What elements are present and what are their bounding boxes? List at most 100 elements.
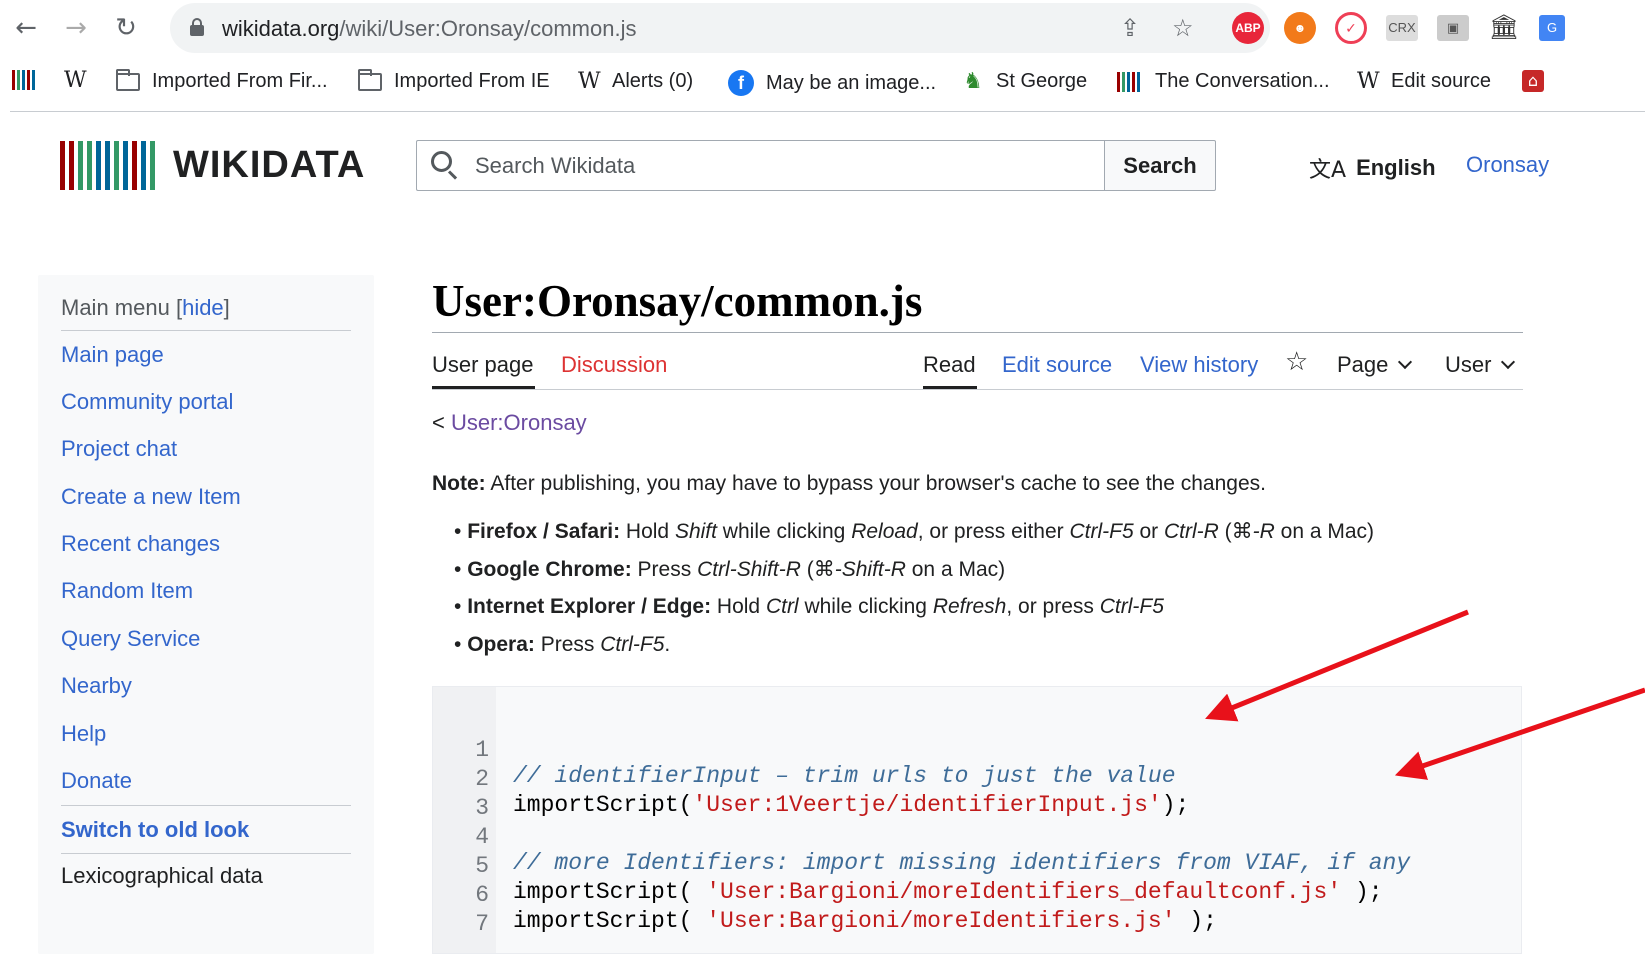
bookmark-label: Imported From IE [394, 70, 550, 92]
code-line: 3 [433, 769, 489, 821]
tabs-divider [432, 389, 1523, 390]
code-function: importScript( [513, 792, 693, 818]
page-menu-dropdown[interactable]: Page [1337, 352, 1413, 378]
user-menu-dropdown[interactable]: User [1445, 352, 1516, 378]
code-line: 5 importScript( 'User:Bargioni/moreIdent… [433, 827, 1382, 905]
crx-extension-icon[interactable]: CRX [1386, 15, 1418, 41]
watch-star-icon[interactable]: ☆ [1285, 347, 1308, 377]
bookmark-label: The Conversation... [1155, 70, 1330, 92]
page-title: User:Oronsay/common.js [432, 276, 923, 326]
bookmarks-bar: W Imported From Fir... Imported From IE … [0, 60, 1645, 106]
museum-extension-icon[interactable]: 🏛 [1488, 15, 1520, 41]
sidebar-item-main-page[interactable]: Main page [61, 342, 164, 368]
code-block[interactable]: 1 // identifierInput – trim urls to just… [432, 686, 1522, 954]
sidebar-divider [61, 853, 351, 854]
sidebar-item-nearby[interactable]: Nearby [61, 673, 132, 699]
code-line: 7 [433, 885, 489, 937]
code-line: 2 importScript('User:1Veertje/identifier… [433, 740, 1189, 818]
breadcrumb: < User:Oronsay [432, 410, 587, 436]
bookmark-wikipedia[interactable]: W [64, 68, 87, 93]
tab-user-page[interactable]: User page [432, 352, 534, 378]
lock-icon[interactable] [190, 18, 204, 36]
facebook-icon: f [728, 70, 754, 96]
sidebar-item-query-service[interactable]: Query Service [61, 626, 200, 652]
browser-toolbar: ← → ↻ wikidata.org/wiki/User:Oronsay/com… [0, 0, 1645, 56]
language-icon: 文A [1309, 158, 1347, 183]
sidebar-item-recent-changes[interactable]: Recent changes [61, 531, 220, 557]
code-comment: // identifierInput – trim urls to just t… [513, 763, 1176, 789]
bookmark-red-house[interactable]: ⌂ [1522, 70, 1544, 92]
code-string: 'User:Bargioni/moreIdentifiers.js' [706, 908, 1176, 934]
sidebar-item-donate[interactable]: Donate [61, 768, 132, 794]
chrome-divider [10, 111, 1645, 112]
user-link[interactable]: Oronsay [1466, 152, 1549, 178]
bookmark-label: Alerts (0) [612, 70, 694, 92]
page-menu-label: Page [1337, 352, 1389, 377]
sidebar-item-create-item[interactable]: Create a new Item [61, 484, 241, 510]
code-string: 'User:1Veertje/identifierInput.js' [692, 792, 1162, 818]
bookmark-star-icon[interactable]: ☆ [1172, 14, 1194, 42]
language-switcher[interactable]: 文A English [1309, 152, 1436, 184]
address-bar[interactable]: wikidata.org/wiki/User:Oronsay/common.js… [170, 3, 1270, 53]
code-function: importScript( [513, 908, 707, 934]
sidebar-item-help[interactable]: Help [61, 721, 106, 747]
back-arrow-icon[interactable]: ← [8, 10, 44, 46]
sidebar-item-random-item[interactable]: Random Item [61, 578, 193, 604]
url-text[interactable]: wikidata.org/wiki/User:Oronsay/common.js [222, 16, 636, 42]
language-label: English [1356, 155, 1436, 180]
bookmark-imported-firefox[interactable]: Imported From Fir... [116, 68, 328, 93]
barcode-icon [12, 70, 38, 90]
bookmark-barcode[interactable] [12, 70, 38, 90]
code-comment: // more Identifiers: import missing iden… [513, 850, 1411, 876]
bookmark-alerts[interactable]: W Alerts (0) [578, 70, 693, 93]
tab-read[interactable]: Read [923, 352, 976, 378]
bookmark-imported-ie[interactable]: Imported From IE [358, 68, 550, 93]
sidebar-item-switch-old-look[interactable]: Switch to old look [61, 817, 249, 843]
note-text: After publishing, you may have to bypass… [485, 472, 1266, 495]
wikipedia-w-icon: W [64, 68, 87, 93]
note-label: Note: [432, 472, 486, 495]
bookmark-st-george[interactable]: ♞ St George [962, 70, 1087, 93]
sidebar-item-community-portal[interactable]: Community portal [61, 389, 233, 415]
orange-extension-icon[interactable]: ☻ [1284, 12, 1316, 44]
st-george-icon: ♞ [963, 68, 983, 94]
bookmark-label: May be an image... [766, 71, 937, 94]
tab-view-history[interactable]: View history [1140, 352, 1258, 378]
cache-note: Note: After publishing, you may have to … [432, 472, 1266, 496]
sidebar-hide-link[interactable]: hide [182, 295, 224, 320]
code-punct: ); [1161, 792, 1190, 818]
tab-discussion[interactable]: Discussion [561, 352, 667, 378]
code-string: 'User:Bargioni/moreIdentifiers_defaultco… [706, 879, 1342, 905]
search-input[interactable] [475, 153, 1075, 179]
wikipedia-w-icon: W [578, 68, 601, 94]
sidebar-item-lexicographical-data[interactable]: Lexicographical data [61, 863, 263, 889]
translate-extension-icon[interactable]: G [1539, 15, 1565, 41]
code-line: 1 // identifierInput – trim urls to just… [433, 711, 1175, 789]
user-menu-label: User [1445, 352, 1492, 377]
bookmark-conversation[interactable]: The Conversation... [1117, 70, 1330, 93]
bookmark-facebook[interactable]: f May be an image... [728, 70, 936, 96]
reload-icon[interactable]: ↻ [108, 10, 144, 46]
breadcrumb-prefix: < [432, 410, 451, 435]
list-item: • Opera: Press Ctrl-F5. [454, 633, 671, 656]
list-item: • Firefox / Safari: Hold Shift while cli… [454, 520, 1375, 543]
wikipedia-w-icon: W [1357, 68, 1380, 94]
pocket-icon[interactable]: ✓ [1335, 12, 1367, 44]
share-icon[interactable]: ⇪ [1120, 14, 1140, 42]
code-punct: ); [1341, 879, 1383, 905]
code-function: importScript( [513, 879, 707, 905]
bookmark-edit-source[interactable]: W Edit source [1357, 70, 1491, 93]
code-punct: ); [1175, 908, 1217, 934]
tab-edit-source[interactable]: Edit source [1002, 352, 1112, 378]
line-number: 7 [475, 911, 489, 937]
url-path: /wiki/User:Oronsay/common.js [339, 16, 637, 41]
camera-extension-icon[interactable]: ▣ [1437, 15, 1469, 41]
sidebar-item-project-chat[interactable]: Project chat [61, 436, 177, 462]
wikidata-logo[interactable]: WIKIDATA [60, 141, 365, 190]
code-line: 6 importScript( 'User:Bargioni/moreIdent… [433, 856, 1217, 934]
forward-arrow-icon[interactable]: → [58, 10, 94, 46]
barcode-icon [1117, 71, 1143, 92]
breadcrumb-user-link[interactable]: User:Oronsay [451, 410, 587, 435]
search-button[interactable]: Search [1104, 140, 1216, 191]
adblock-extension-icon[interactable]: ABP [1232, 12, 1264, 44]
